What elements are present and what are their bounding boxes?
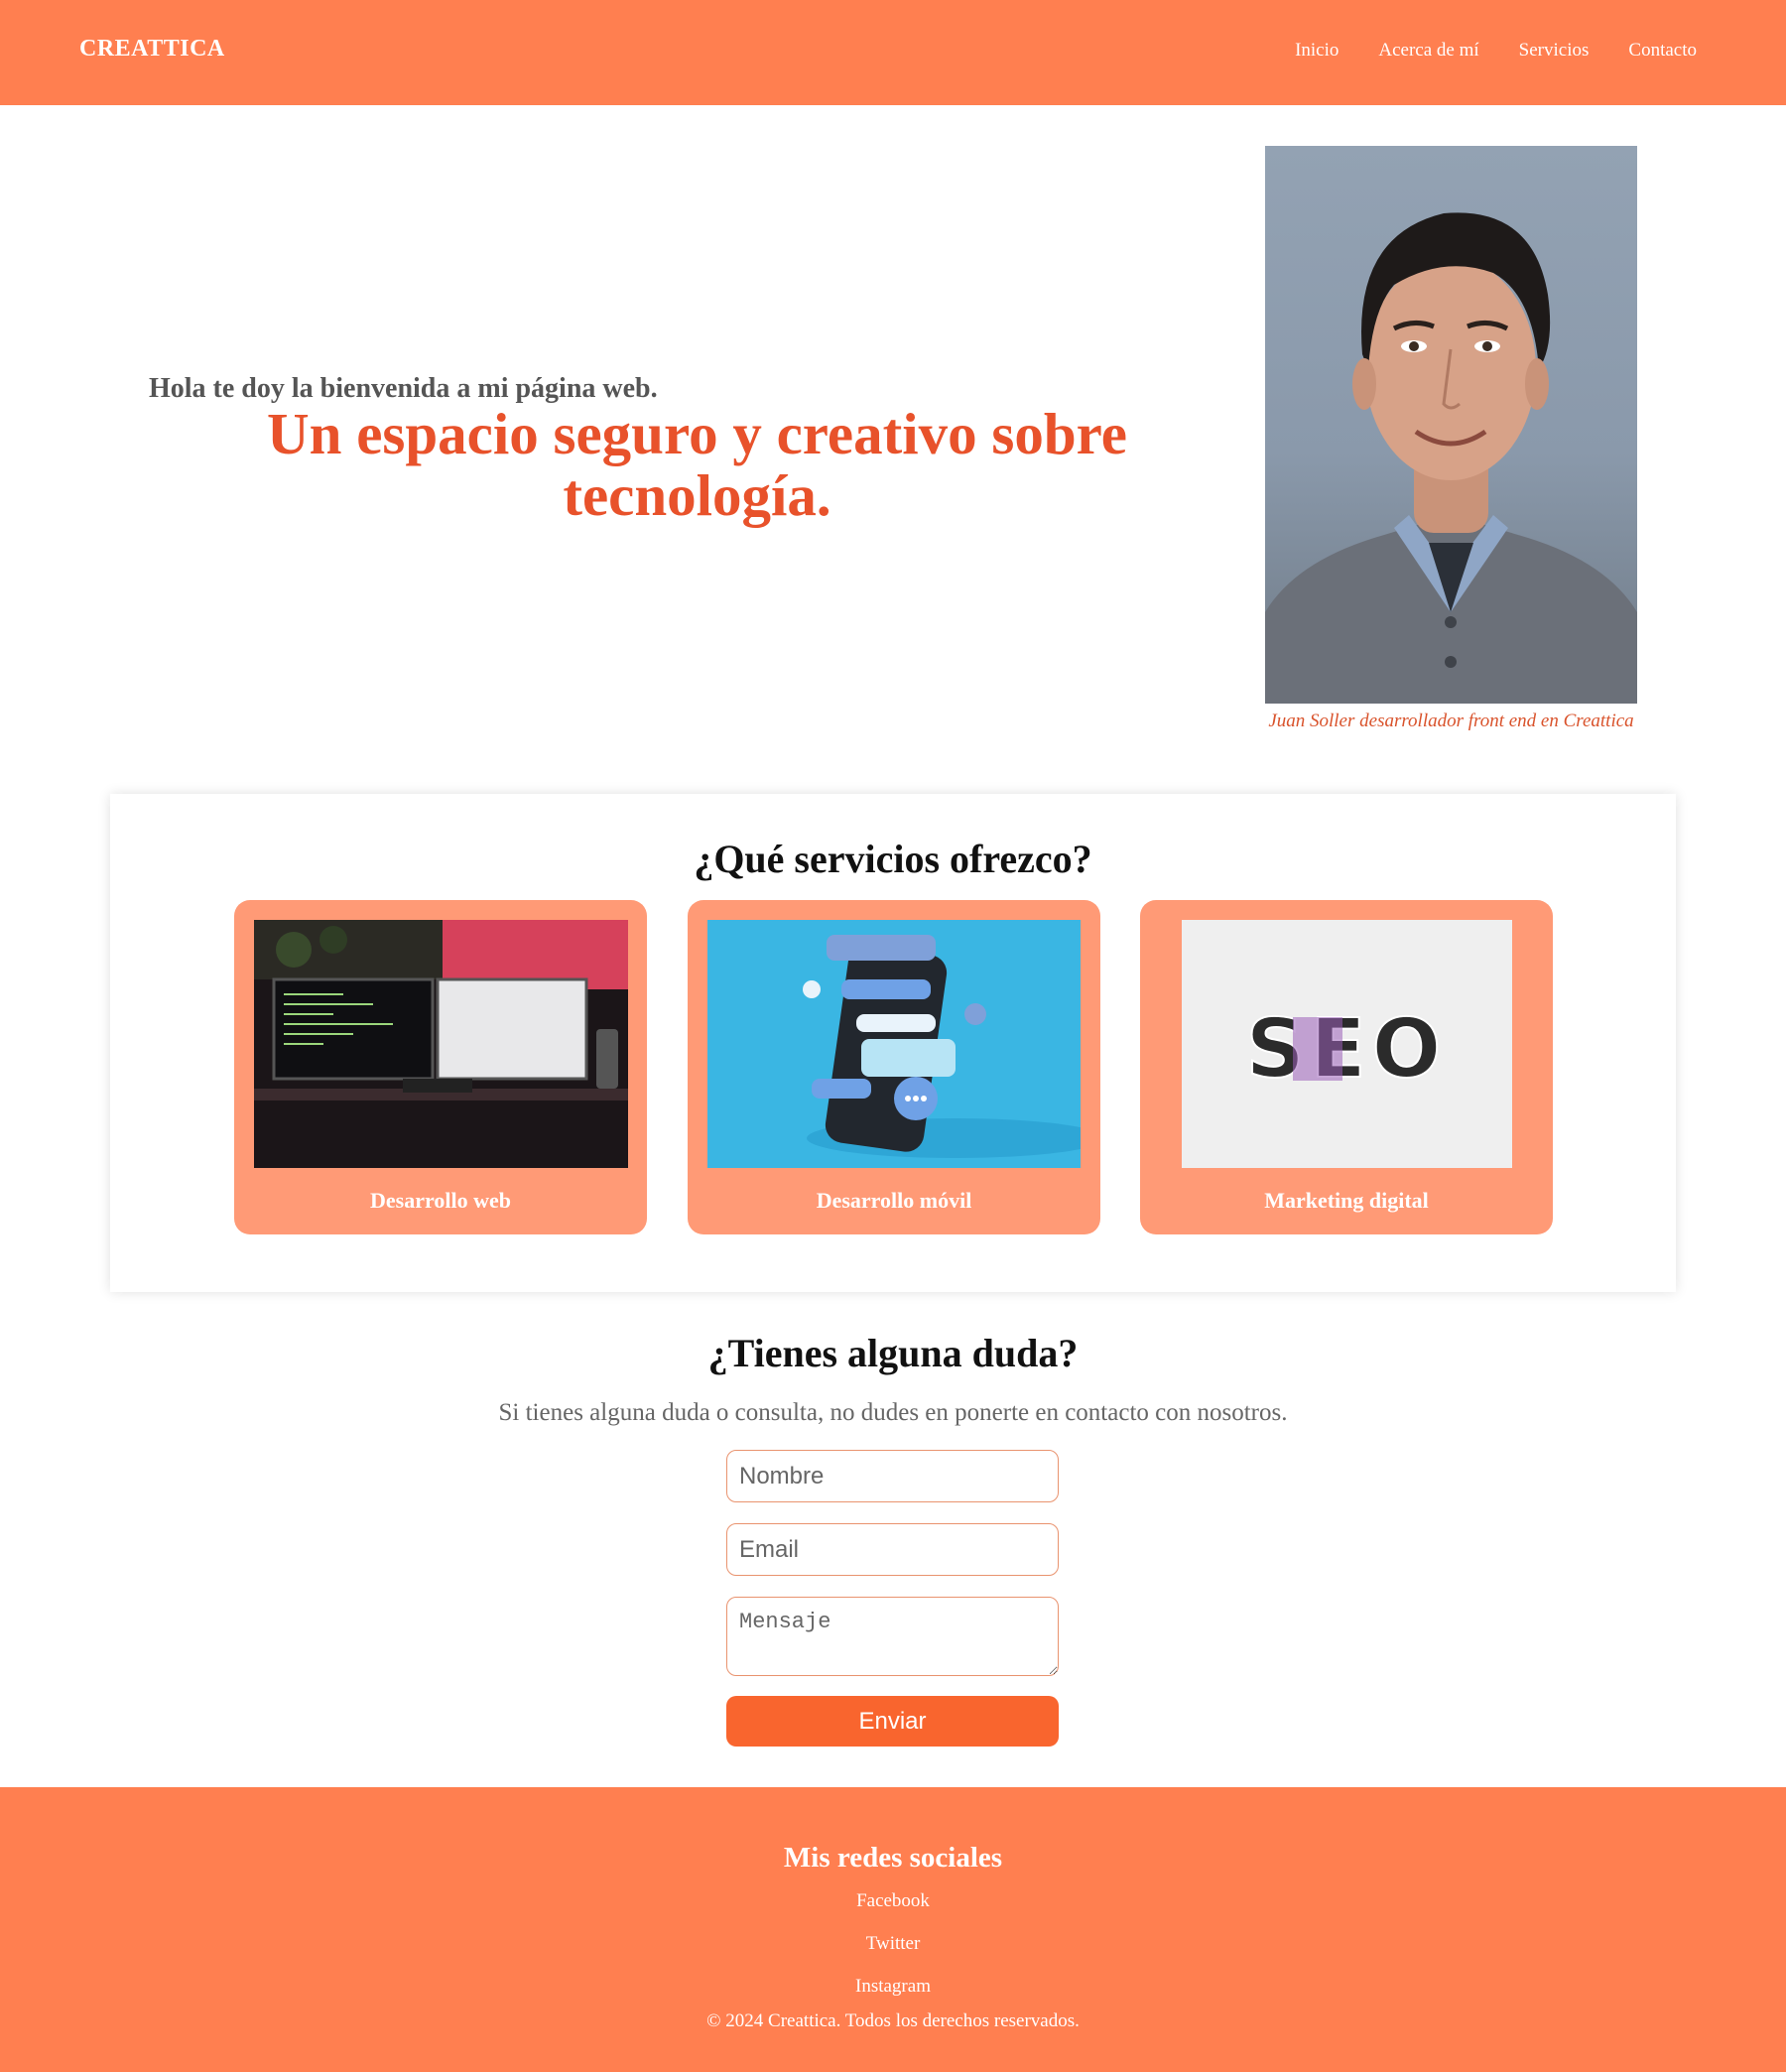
send-button[interactable]: Enviar (726, 1696, 1059, 1747)
svg-text:SEO: SEO (1246, 1002, 1448, 1097)
message-textarea[interactable] (726, 1597, 1059, 1676)
contact-text: Si tienes alguna duda o consulta, no dud… (498, 1399, 1288, 1426)
site-footer: Mis redes sociales Facebook Twitter Inst… (0, 1787, 1786, 2072)
instagram-link[interactable]: Instagram (0, 1976, 1786, 1998)
profile-figure: Juan Soller desarrollador front end en C… (1265, 146, 1637, 732)
site-header: CREATTICA Inicio Acerca de mí Servicios … (0, 0, 1786, 105)
services-section: ¿Qué servicios ofrezco? Desarrollo web D… (110, 794, 1676, 1292)
contact-title: ¿Tienes alguna duda? (707, 1331, 1079, 1375)
twitter-link[interactable]: Twitter (0, 1933, 1786, 1955)
service-label: Desarrollo móvil (816, 1188, 972, 1213)
footer-title: Mis redes sociales (783, 1842, 1003, 1874)
mobile-development-image (707, 920, 1081, 1168)
service-label: Marketing digital (1264, 1188, 1429, 1213)
copyright-text: © 2024 Creattica. Todos los derechos res… (706, 2010, 1080, 2031)
nav-link-acerca[interactable]: Acerca de mí (1378, 40, 1478, 62)
service-label: Desarrollo web (370, 1188, 511, 1213)
main-nav: Inicio Acerca de mí Servicios Contacto (1295, 40, 1697, 62)
web-development-image (254, 920, 628, 1168)
nav-link-contacto[interactable]: Contacto (1628, 40, 1697, 62)
seo-image: SEO (1182, 920, 1512, 1168)
facebook-link[interactable]: Facebook (0, 1890, 1786, 1912)
service-card-web[interactable]: Desarrollo web (234, 900, 647, 1234)
nav-link-servicios[interactable]: Servicios (1519, 40, 1590, 62)
nav-link-inicio[interactable]: Inicio (1295, 40, 1339, 62)
site-logo[interactable]: CREATTICA (79, 36, 225, 63)
profile-caption: Juan Soller desarrollador front end en C… (1268, 711, 1634, 731)
name-input[interactable] (726, 1450, 1059, 1502)
service-card-mobile[interactable]: Desarrollo móvil (688, 900, 1100, 1234)
service-card-marketing[interactable]: SEO Marketing digital (1140, 900, 1553, 1234)
services-title: ¿Qué servicios ofrezco? (694, 837, 1092, 881)
profile-photo (1265, 146, 1637, 704)
email-input[interactable] (726, 1523, 1059, 1576)
hero-title: Un espacio seguro y creativo sobre tecno… (267, 401, 1127, 528)
